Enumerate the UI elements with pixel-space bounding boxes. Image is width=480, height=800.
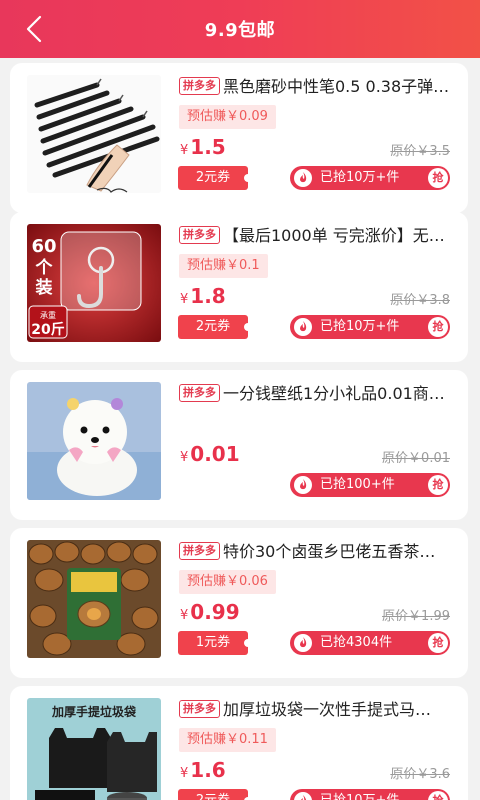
price-value: 0.99	[190, 600, 240, 624]
fire-icon	[294, 792, 312, 800]
product-image-bags: 加厚手提垃圾袋	[27, 698, 161, 800]
product-title[interactable]: 加厚垃圾袋一次性手提式马…	[223, 696, 451, 720]
product-image-eggs	[27, 540, 161, 658]
currency-symbol: ¥	[180, 450, 189, 465]
platform-badge: 拼多多	[179, 77, 220, 95]
original-price: 原价￥0.01	[382, 451, 450, 466]
fire-icon	[294, 476, 312, 494]
price-value: 1.5	[190, 135, 226, 159]
price: ¥1.6	[180, 758, 226, 782]
product-card[interactable]: 加厚手提垃圾袋 拼多多 加厚垃圾袋一次性手提式马… 预估赚￥0.11 ¥1.6 …	[10, 686, 468, 800]
sold-count: 已抢10万+件	[320, 319, 400, 334]
sold-count: 已抢10万+件	[320, 170, 400, 185]
fire-icon	[294, 634, 312, 652]
hook-load-text: 20斤	[31, 321, 64, 338]
price: ¥0.01	[180, 442, 240, 466]
price-value: 0.01	[190, 442, 240, 466]
product-card[interactable]: 拼多多 一分钱壁纸1分小礼品0.01商… ¥0.01 原价￥0.01 已抢100…	[10, 370, 468, 520]
currency-symbol: ¥	[180, 766, 189, 781]
currency-symbol: ¥	[180, 292, 189, 307]
product-title[interactable]: 【最后1000单 亏完涨价】无…	[223, 222, 451, 246]
price-value: 1.8	[190, 284, 226, 308]
rob-label: 抢	[428, 168, 448, 188]
currency-symbol: ¥	[180, 608, 189, 623]
top-bar: 9.9包邮	[0, 0, 480, 58]
price-value: 1.6	[190, 758, 226, 782]
sold-count: 已抢10万+件	[320, 789, 399, 800]
estimated-earnings: 预估赚￥0.1	[179, 254, 268, 278]
fire-icon	[294, 318, 312, 336]
rob-label: 抢	[428, 317, 448, 337]
rob-label: 抢	[428, 475, 448, 495]
price: ¥0.99	[180, 600, 240, 624]
estimated-earnings: 预估赚￥0.11	[179, 728, 276, 752]
estimated-earnings: 预估赚￥0.09	[179, 105, 276, 129]
product-list[interactable]: 拼多多 黑色磨砂中性笔0.5 0.38子弹… 预估赚￥0.09 ¥1.5 原价￥…	[0, 58, 480, 800]
rob-label: 抢	[428, 791, 448, 800]
hook-load-label: 承重	[40, 310, 56, 320]
grab-button[interactable]: 已抢4304件 抢	[290, 631, 450, 655]
estimated-earnings: 预估赚￥0.06	[179, 570, 276, 594]
product-image-pens	[27, 75, 161, 193]
hook-unit-text: 个	[35, 257, 54, 278]
back-button[interactable]	[20, 12, 50, 46]
coupon-tag[interactable]: 2元券	[178, 789, 252, 800]
coupon-tag[interactable]: 2元券	[178, 315, 252, 339]
currency-symbol: ¥	[180, 143, 189, 158]
sold-count: 已抢4304件	[320, 635, 393, 650]
platform-badge: 拼多多	[179, 226, 220, 244]
platform-badge: 拼多多	[179, 542, 220, 560]
page-title: 9.9包邮	[204, 20, 276, 41]
product-card[interactable]: 拼多多 特价30个卤蛋乡巴佬五香茶… 预估赚￥0.06 ¥0.99 原价￥1.9…	[10, 528, 468, 678]
product-title[interactable]: 特价30个卤蛋乡巴佬五香茶…	[223, 538, 451, 562]
price: ¥1.5	[180, 135, 226, 159]
sold-count: 已抢100+件	[320, 477, 395, 492]
original-price: 原价￥3.5	[390, 144, 450, 159]
product-title[interactable]: 一分钱壁纸1分小礼品0.01商…	[223, 380, 451, 404]
coupon-tag[interactable]: 1元券	[178, 631, 252, 655]
product-card[interactable]: 拼多多 黑色磨砂中性笔0.5 0.38子弹… 预估赚￥0.09 ¥1.5 原价￥…	[10, 63, 468, 213]
bag-banner-text: 加厚手提垃圾袋	[51, 704, 137, 719]
product-card[interactable]: 60 个 装 承重 20斤 拼多多 【最后1000单 亏完涨价】无… 预估赚￥0…	[10, 212, 468, 362]
original-price: 原价￥1.99	[382, 609, 450, 624]
product-image-puppy	[27, 382, 161, 500]
hook-pack-text: 装	[35, 277, 53, 298]
grab-button[interactable]: 已抢10万+件 抢	[290, 315, 450, 339]
platform-badge: 拼多多	[179, 700, 220, 718]
price: ¥1.8	[180, 284, 226, 308]
rob-label: 抢	[428, 633, 448, 653]
hook-count-text: 60	[31, 236, 56, 257]
product-title[interactable]: 黑色磨砂中性笔0.5 0.38子弹…	[223, 73, 451, 97]
chevron-left-icon	[26, 15, 42, 43]
coupon-tag[interactable]: 2元券	[178, 166, 252, 190]
original-price: 原价￥3.8	[390, 293, 450, 308]
grab-button[interactable]: 已抢100+件 抢	[290, 473, 450, 497]
product-image-hook: 60 个 装 承重 20斤	[27, 224, 161, 342]
platform-badge: 拼多多	[179, 384, 220, 402]
original-price: 原价￥3.6	[390, 767, 450, 782]
grab-button[interactable]: 已抢10万+件 抢	[290, 166, 450, 190]
fire-icon	[294, 169, 312, 187]
grab-button[interactable]: 已抢10万+件 抢	[290, 789, 450, 800]
